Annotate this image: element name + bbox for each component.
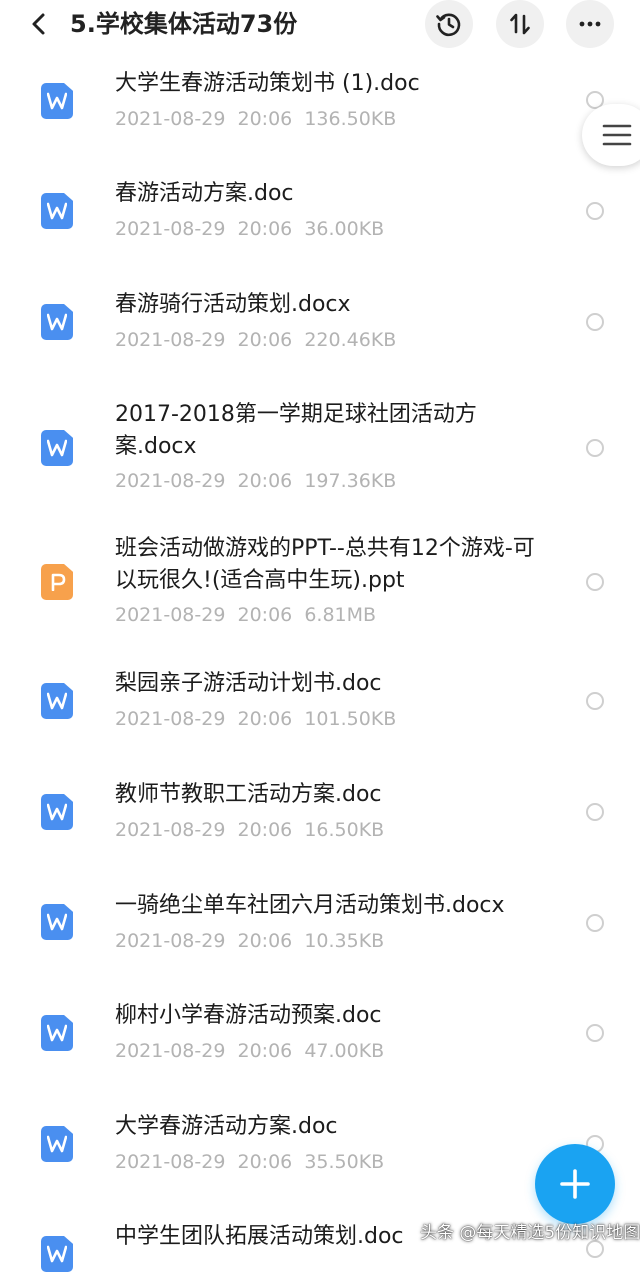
file-meta: 2021-08-29 20:06 220.46KB [115, 329, 397, 351]
more-dots-icon [579, 21, 601, 27]
history-button[interactable] [425, 0, 473, 48]
file-name: 柳村小学春游活动预案.doc [115, 1003, 382, 1028]
file-name: 班会活动做游戏的PPT--总共有12个游戏-可以玩很久!(适合高中生玩).ppt [115, 536, 535, 593]
word-file-icon [41, 1236, 73, 1272]
file-meta: 2021-08-29 20:06 47.00KB [115, 1040, 385, 1062]
select-radio[interactable] [586, 914, 604, 932]
watermark: 头条 @每天精选5份知识地图 [420, 1223, 640, 1243]
page-title: 5.学校集体活动73份 [70, 10, 298, 38]
file-meta: 2021-08-29 20:06 36.00KB [115, 218, 385, 240]
more-button[interactable] [566, 0, 614, 48]
word-file-icon [41, 683, 73, 719]
word-file-icon [41, 1126, 73, 1162]
word-file-icon [41, 430, 73, 466]
select-radio[interactable] [586, 803, 604, 821]
file-name: 一骑绝尘单车社团六月活动策划书.docx [115, 893, 505, 918]
select-radio[interactable] [586, 1024, 604, 1042]
add-file-button[interactable] [535, 1144, 615, 1224]
file-name: 春游骑行活动策划.docx [115, 292, 351, 317]
sort-button[interactable] [496, 0, 544, 48]
word-file-icon [41, 304, 73, 340]
back-arrow-icon [32, 13, 45, 35]
word-file-icon [41, 904, 73, 940]
file-name: 大学生春游活动策划书 (1).doc [115, 71, 420, 96]
file-meta: 2021-08-29 20:06 6.81MB [115, 604, 377, 626]
file-name: 教师节教职工活动方案.doc [115, 782, 382, 807]
plus-icon [560, 1169, 590, 1199]
select-radio[interactable] [586, 692, 604, 710]
file-meta: 2021-08-29 20:06 136.50KB [115, 108, 397, 130]
history-icon [436, 13, 461, 37]
file-meta: 2021-08-29 20:06 101.50KB [115, 708, 397, 730]
file-meta: 2021-08-29 20:06 197.36KB [115, 470, 397, 492]
select-radio[interactable] [586, 202, 604, 220]
file-meta: 2021-08-29 20:06 16.50KB [115, 819, 385, 841]
file-meta: 2021-08-29 20:06 10.35KB [115, 930, 385, 952]
word-file-icon [41, 193, 73, 229]
select-radio[interactable] [586, 313, 604, 331]
file-list: 大学生春游活动策划书 (1).doc 2021-08-29 20:06 136.… [0, 0, 640, 1272]
back-button[interactable] [22, 6, 58, 42]
file-name: 春游活动方案.doc [115, 181, 294, 206]
file-name: 2017-2018第一学期足球社团活动方案.docx [115, 402, 477, 459]
select-radio[interactable] [586, 573, 604, 591]
sort-icon [510, 13, 530, 35]
menu-lines-icon [602, 124, 632, 146]
header-bar: 5.学校集体活动73份 [0, 0, 640, 48]
file-name: 梨园亲子游活动计划书.doc [115, 671, 382, 696]
side-menu-handle[interactable] [582, 104, 640, 166]
word-file-icon [41, 1015, 73, 1051]
select-radio[interactable] [586, 439, 604, 457]
ppt-file-icon [41, 564, 73, 600]
word-file-icon [41, 83, 73, 119]
word-file-icon [41, 794, 73, 830]
file-name: 大学春游活动方案.doc [115, 1114, 338, 1139]
file-meta: 2021-08-29 20:06 35.50KB [115, 1151, 385, 1173]
